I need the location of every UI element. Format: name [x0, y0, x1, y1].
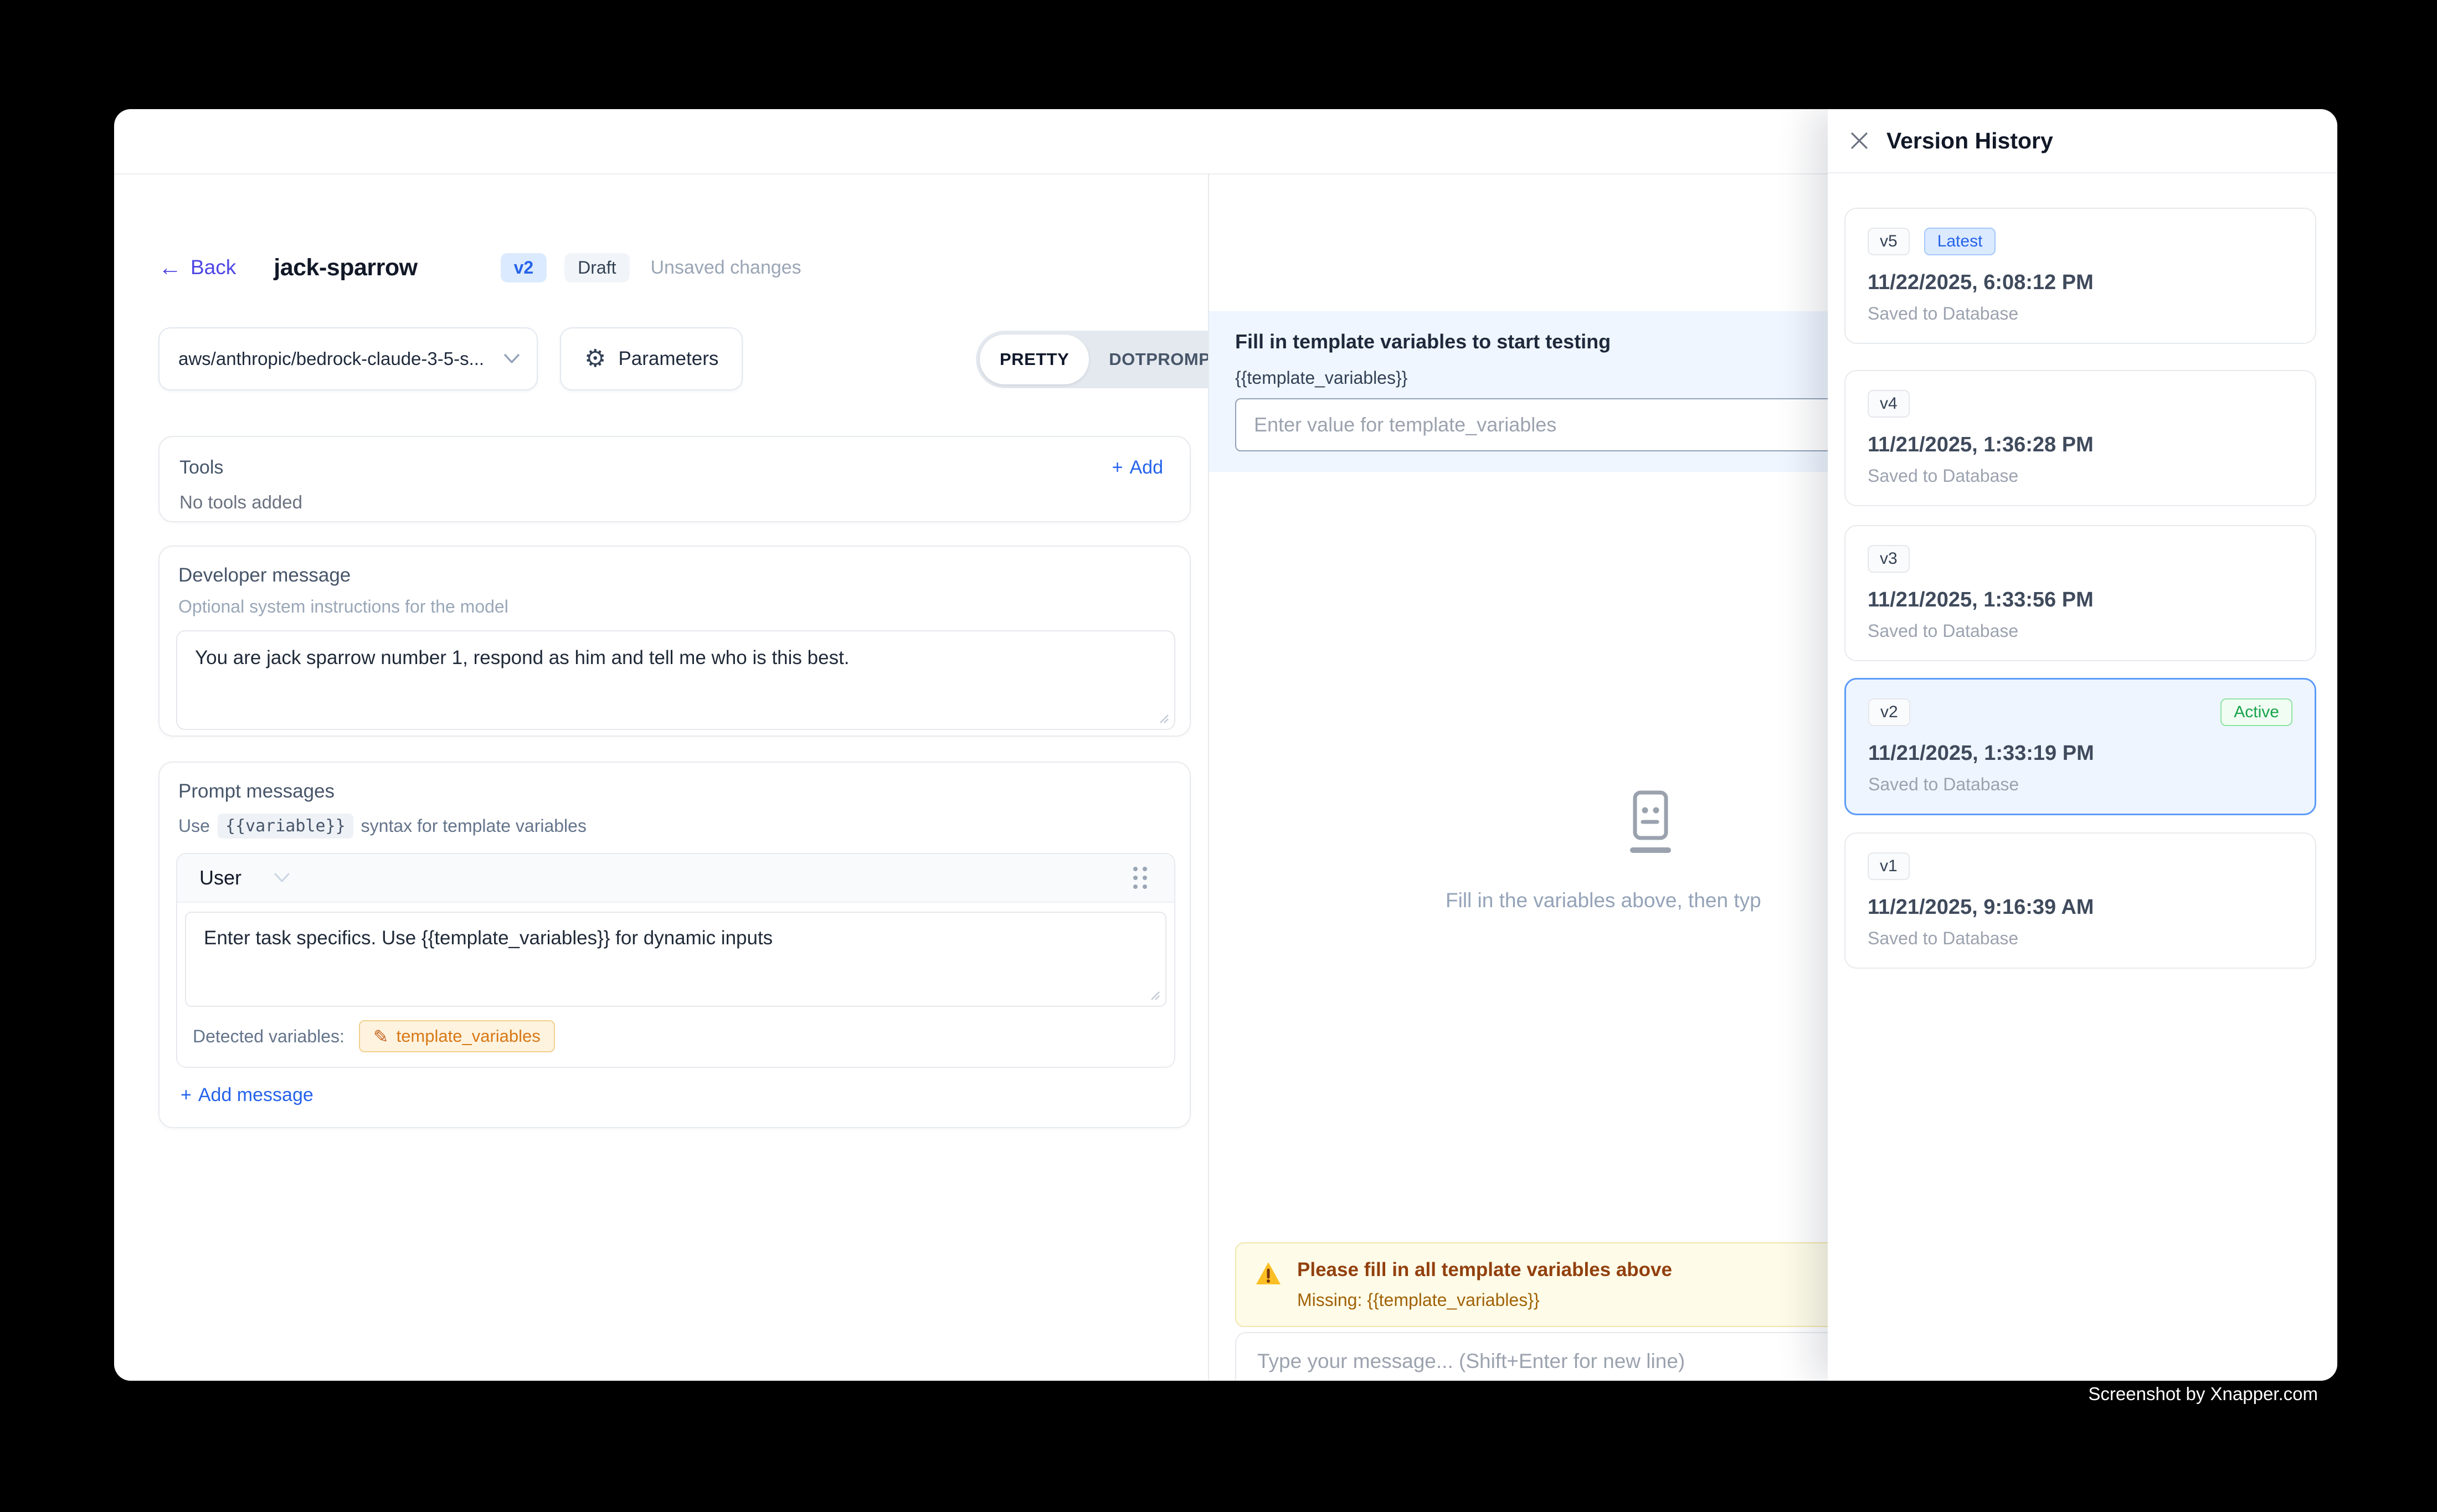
version-note: Saved to Database [1868, 466, 2293, 486]
tools-empty-text: No tools added [179, 492, 1163, 513]
active-badge: Active [2220, 698, 2292, 726]
version-note: Saved to Database [1868, 304, 2293, 324]
parameters-button[interactable]: ⚙ Parameters [560, 327, 743, 390]
template-variable-chip[interactable]: ✎ template_variables [359, 1020, 555, 1052]
page-title: jack-sparrow [274, 254, 417, 281]
chevron-down-icon [274, 872, 290, 883]
version-history-header: Version History [1828, 109, 2337, 173]
version-id-badge: v5 [1868, 228, 1910, 255]
version-id-badge: v4 [1868, 390, 1910, 418]
version-history-panel: Version History v5 Latest 11/22/2025, 6:… [1828, 109, 2337, 1381]
version-timestamp: 11/21/2025, 1:33:56 PM [1868, 588, 2293, 612]
version-history-title: Version History [1886, 128, 2053, 154]
back-button[interactable]: ← Back [158, 256, 236, 279]
version-note: Saved to Database [1868, 774, 2292, 795]
version-card-v1[interactable]: v1 11/21/2025, 9:16:39 AM Saved to Datab… [1844, 832, 2316, 969]
version-id-badge: v1 [1868, 852, 1910, 880]
page-header: ← Back jack-sparrow v2 Draft Unsaved cha… [158, 245, 801, 290]
developer-message-card: Developer message Optional system instru… [158, 546, 1191, 737]
version-card-v3[interactable]: v3 11/21/2025, 1:33:56 PM Saved to Datab… [1844, 525, 2316, 661]
prompt-messages-hint: Use {{variable}} syntax for template var… [178, 814, 1173, 839]
back-label: Back [191, 256, 236, 279]
prompt-messages-title: Prompt messages [178, 780, 1173, 803]
version-card-v4[interactable]: v4 11/21/2025, 1:36:28 PM Saved to Datab… [1844, 370, 2316, 506]
developer-message-textarea[interactable]: You are jack sparrow number 1, respond a… [176, 630, 1175, 730]
pencil-icon: ✎ [373, 1027, 389, 1046]
message-role-value: User [199, 866, 241, 889]
chevron-down-icon [503, 353, 520, 364]
version-badge: v2 [501, 253, 547, 282]
warning-title: Please fill in all template variables ab… [1297, 1259, 1672, 1281]
version-timestamp: 11/22/2025, 6:08:12 PM [1868, 271, 2293, 295]
add-tool-label: Add [1130, 457, 1164, 479]
version-timestamp: 11/21/2025, 1:33:19 PM [1868, 742, 2292, 765]
robot-icon [1624, 788, 1677, 860]
hint-prefix: Use [178, 816, 210, 836]
developer-message-value: You are jack sparrow number 1, respond a… [195, 647, 850, 668]
detected-variables-row: Detected variables: ✎ template_variables [177, 1007, 1174, 1067]
version-id-badge: v2 [1868, 698, 1910, 726]
format-toggle: PRETTY DOTPROMPT [976, 331, 1245, 388]
tools-title: Tools [179, 457, 223, 479]
version-note: Saved to Database [1868, 621, 2293, 641]
unsaved-changes-text: Unsaved changes [651, 257, 801, 279]
warning-missing: Missing: {{template_variables}} [1297, 1290, 1672, 1310]
watermark-text: Screenshot by Xnapper.com [2088, 1384, 2318, 1405]
latest-badge: Latest [1924, 228, 1996, 255]
drag-handle-icon[interactable] [1130, 865, 1150, 891]
plus-icon: + [1112, 457, 1123, 479]
empty-state-text: Fill in the variables above, then typ [1446, 889, 1761, 912]
message-header: User [177, 854, 1174, 903]
draft-badge: Draft [564, 253, 629, 282]
warning-icon [1255, 1261, 1282, 1287]
version-timestamp: 11/21/2025, 9:16:39 AM [1868, 896, 2293, 919]
plus-icon: + [181, 1084, 192, 1106]
variable-syntax-chip: {{variable}} [218, 814, 353, 839]
version-card-v5[interactable]: v5 Latest 11/22/2025, 6:08:12 PM Saved t… [1844, 208, 2316, 344]
parameters-label: Parameters [618, 348, 718, 370]
model-select-value: aws/anthropic/bedrock-claude-3-5-s... [178, 348, 484, 369]
resize-handle-icon[interactable] [1158, 712, 1170, 724]
add-message-button[interactable]: + Add message [181, 1084, 1173, 1106]
message-block: User Enter task specifics. Use {{templat… [176, 853, 1175, 1068]
version-timestamp: 11/21/2025, 1:36:28 PM [1868, 433, 2293, 457]
gear-icon: ⚙ [584, 347, 606, 371]
prompt-messages-card: Prompt messages Use {{variable}} syntax … [158, 762, 1191, 1128]
template-variable-name: template_variables [397, 1026, 541, 1046]
model-toolbar: aws/anthropic/bedrock-claude-3-5-s... ⚙ … [158, 327, 743, 390]
toggle-pretty[interactable]: PRETTY [980, 335, 1089, 384]
user-message-textarea[interactable]: Enter task specifics. Use {{template_var… [185, 912, 1166, 1007]
user-message-value: Enter task specifics. Use {{template_var… [204, 927, 773, 949]
version-id-badge: v3 [1868, 545, 1910, 573]
close-icon[interactable] [1849, 130, 1870, 151]
add-message-label: Add message [198, 1084, 313, 1106]
message-role-select[interactable]: User [199, 866, 290, 889]
add-tool-button[interactable]: + Add [1112, 457, 1163, 479]
detected-variables-label: Detected variables: [193, 1026, 345, 1047]
developer-message-title: Developer message [178, 564, 1173, 587]
developer-message-subtitle: Optional system instructions for the mod… [178, 596, 1173, 617]
resize-handle-icon[interactable] [1149, 989, 1161, 1001]
back-arrow-icon: ← [158, 256, 182, 279]
version-card-v2-active[interactable]: v2 Active 11/21/2025, 1:33:19 PM Saved t… [1844, 678, 2316, 815]
model-select[interactable]: aws/anthropic/bedrock-claude-3-5-s... [158, 327, 538, 390]
version-note: Saved to Database [1868, 928, 2293, 949]
tools-card: Tools + Add No tools added [158, 436, 1191, 522]
hint-suffix: syntax for template variables [361, 816, 587, 836]
app-window: ← Back jack-sparrow v2 Draft Unsaved cha… [114, 109, 2337, 1381]
